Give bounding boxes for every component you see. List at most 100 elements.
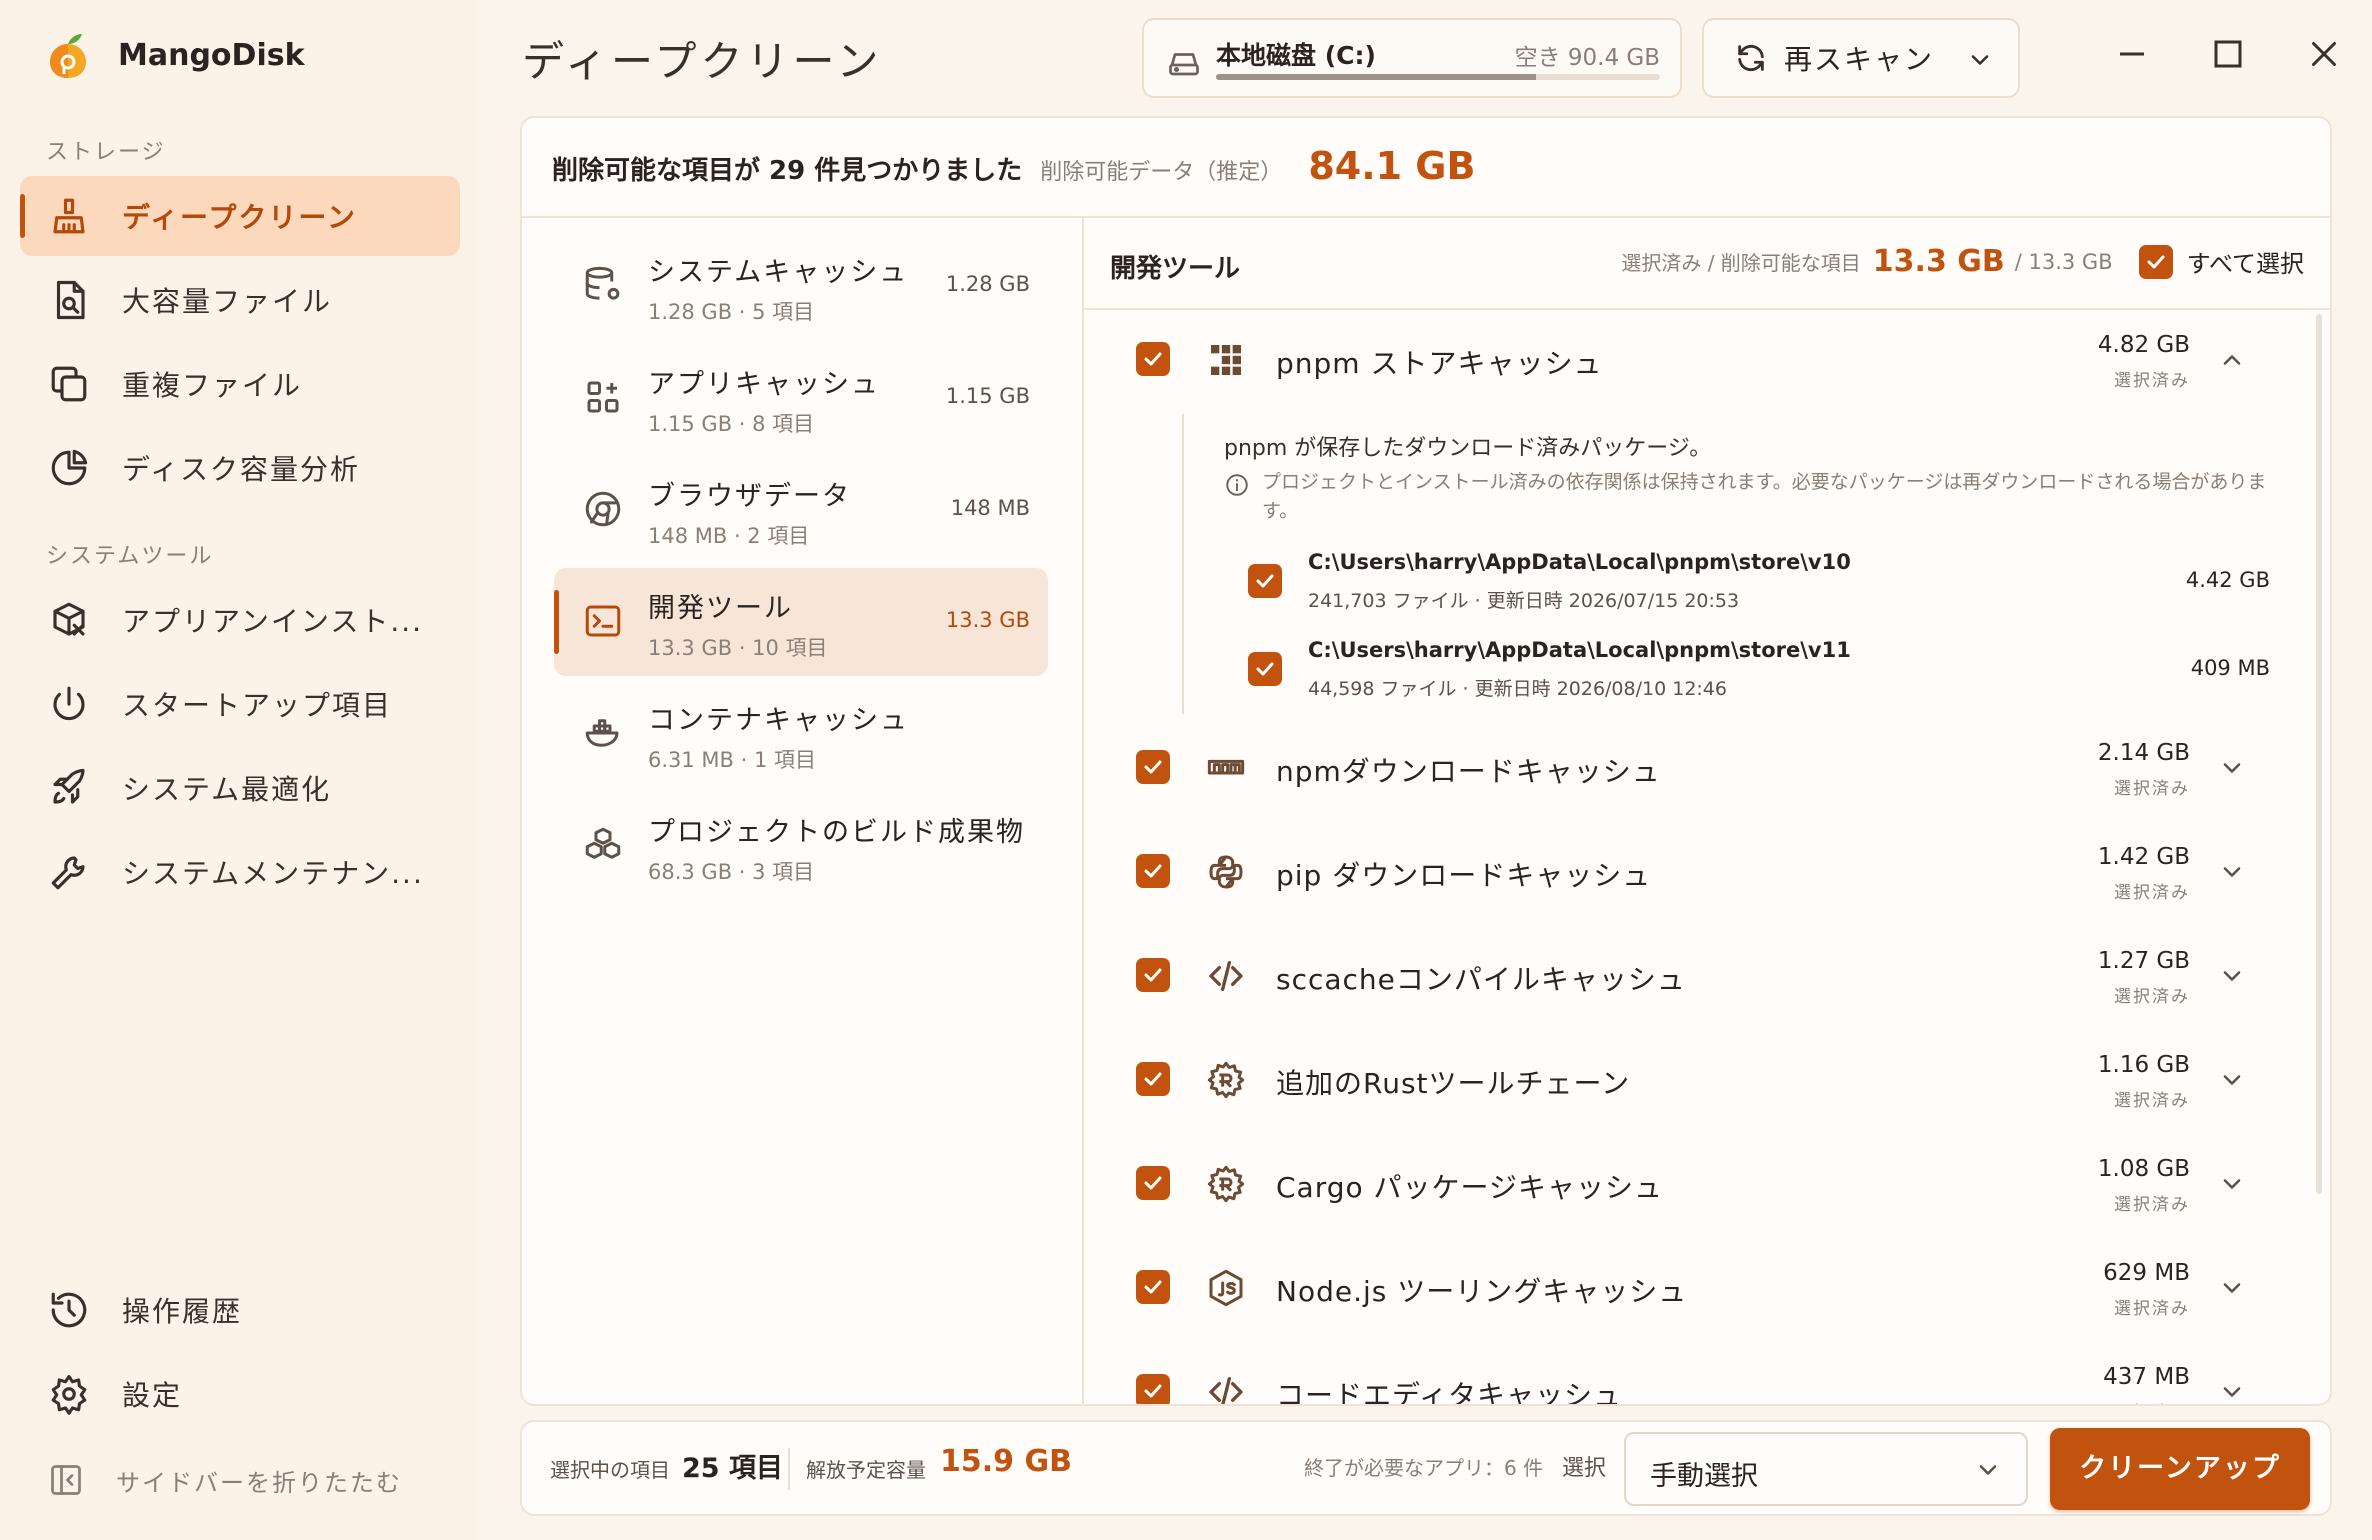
checkbox[interactable] — [1136, 1270, 1170, 1304]
browser-icon — [585, 491, 621, 527]
chevron-down-icon[interactable] — [2218, 754, 2246, 782]
checkbox[interactable] — [1136, 1166, 1170, 1200]
category-name: ブラウザデータ — [648, 481, 851, 512]
close-icon[interactable] — [2306, 36, 2342, 72]
cleanup-button[interactable]: クリーンアップ — [2050, 1428, 2310, 1510]
category-browser-data[interactable]: ブラウザデータ 148 MB · 2 項目 148 MB — [554, 456, 1048, 564]
item-selected-label: 選択済み — [2114, 883, 2190, 903]
dev-item-pnpm[interactable]: pnpm ストアキャッシュ 4.82 GB 選択済み — [1084, 308, 2290, 412]
sidebar-collapse-button[interactable]: サイドバーを折りたたむ — [20, 1440, 460, 1520]
refresh-icon — [1738, 44, 1764, 72]
select-all-toggle[interactable]: すべて選択 — [2138, 244, 2304, 279]
sidebar-item-settings[interactable]: 設定 — [20, 1354, 460, 1434]
sidebar-item-deep-clean[interactable]: ディープクリーン — [20, 176, 460, 256]
dev-item-code-editor[interactable]: コードエディタキャッシュ 437 MB 選択済み — [1084, 1340, 2290, 1406]
selection-mode-value: 手動選択 — [1650, 1461, 1758, 1492]
selection-mode-dropdown[interactable]: 手動選択 — [1624, 1432, 2028, 1506]
rescan-button[interactable]: 再スキャン — [1702, 18, 2020, 98]
checkbox[interactable] — [1136, 750, 1170, 784]
category-dev-tools[interactable]: 開発ツール 13.3 GB · 10 項目 13.3 GB — [554, 568, 1048, 676]
maximize-icon[interactable] — [2210, 36, 2246, 72]
checkbox[interactable] — [2138, 244, 2173, 279]
code-icon — [1209, 961, 1243, 991]
minimize-icon[interactable] — [2114, 36, 2150, 72]
chevron-down-icon[interactable] — [2218, 858, 2246, 886]
category-meta: 68.3 GB · 3 項目 — [648, 860, 815, 884]
checkbox[interactable] — [1136, 854, 1170, 888]
sidebar-item-label: ディスク容量分析 — [122, 453, 361, 486]
section-label-tools: システムツール — [46, 544, 214, 569]
sidebar-item-uninstall[interactable]: アプリアンインスト... — [20, 580, 460, 660]
checkbox[interactable] — [1136, 1062, 1170, 1096]
chevron-down-icon[interactable] — [2218, 1378, 2246, 1406]
category-size: 13.3 GB — [945, 608, 1030, 632]
sidebar-item-large-files[interactable]: 大容量ファイル — [20, 260, 460, 340]
item-selected-label: 選択済み — [2114, 1398, 2190, 1404]
dev-item-pip[interactable]: pip ダウンロードキャッシュ 1.42 GB 選択済み — [1084, 820, 2290, 924]
dev-item-rust-toolchain[interactable]: 追加のRustツールチェーン 1.16 GB 選択済み — [1084, 1028, 2290, 1132]
item-note-text: プロジェクトとインストール済みの依存関係は保持されます。必要なパッケージは再ダウ… — [1262, 471, 2267, 522]
path-row[interactable]: C:\Users\harry\AppData\Local\pnpm\store\… — [1224, 630, 2270, 718]
path-row[interactable]: C:\Users\harry\AppData\Local\pnpm\store\… — [1224, 542, 2270, 630]
brand: MangoDisk — [46, 30, 305, 80]
drive-selector[interactable]: 本地磁盘 (C:) 空き 90.4 GB — [1142, 18, 1682, 98]
item-name: sccacheコンパイルキャッシュ — [1276, 963, 1686, 996]
category-build-artifacts[interactable]: プロジェクトのビルド成果物 68.3 GB · 3 項目 — [554, 792, 1048, 900]
path-meta: 241,703 ファイル · 更新日時 2026/07/15 20:53 — [1308, 590, 1740, 612]
category-meta: 6.31 MB · 1 項目 — [648, 748, 817, 772]
rust-gear-icon — [1207, 1061, 1245, 1099]
sidebar-item-optimize[interactable]: システム最適化 — [20, 748, 460, 828]
sidebar-item-history[interactable]: 操作履歴 — [20, 1270, 460, 1350]
dev-item-sccache[interactable]: sccacheコンパイルキャッシュ 1.27 GB 選択済み — [1084, 924, 2290, 1028]
dev-item-nodejs[interactable]: Node.js ツーリングキャッシュ 629 MB 選択済み — [1084, 1236, 2290, 1340]
item-size: 437 MB — [2103, 1364, 2190, 1390]
drive-icon — [1169, 53, 1199, 76]
check-icon — [1144, 1280, 1162, 1294]
category-size: 1.15 GB — [945, 384, 1030, 408]
chevron-down-icon[interactable] — [2218, 1170, 2246, 1198]
item-name: コードエディタキャッシュ — [1276, 1379, 1623, 1406]
check-icon — [1144, 864, 1162, 878]
apps-to-close-note: 終了が必要なアプリ：6 件 — [1304, 1456, 1544, 1480]
results-card: 削除可能な項目が 29 件見つかりました 削除可能データ（推定） 84.1 GB… — [520, 116, 2332, 1406]
category-container-cache[interactable]: コンテナキャッシュ 6.31 MB · 1 項目 — [554, 680, 1048, 788]
action-bar: 選択中の項目 25 項目 解放予定容量 15.9 GB 終了が必要なアプリ：6 … — [520, 1420, 2332, 1516]
checkbox[interactable] — [1136, 342, 1170, 376]
sidebar-item-duplicates[interactable]: 重複ファイル — [20, 344, 460, 424]
dev-item-npm[interactable]: npmダウンロードキャッシュ 2.14 GB 選択済み — [1084, 716, 2290, 820]
selected-items-label: 選択中の項目 — [550, 1458, 670, 1482]
item-selected-label: 選択済み — [2114, 1091, 2190, 1111]
chevron-down-icon[interactable] — [2218, 962, 2246, 990]
sidebar-item-label: 操作履歴 — [122, 1295, 243, 1328]
boxes-icon — [585, 827, 621, 859]
terminal-icon — [585, 605, 621, 637]
chevron-down-icon[interactable] — [1966, 46, 1994, 74]
chevron-up-icon[interactable] — [2218, 346, 2246, 374]
sidebar-item-label: 大容量ファイル — [122, 285, 333, 318]
divider — [788, 1448, 790, 1490]
category-name: システムキャッシュ — [648, 257, 909, 288]
large-file-icon — [56, 280, 85, 320]
checkbox[interactable] — [1136, 958, 1170, 992]
category-app-cache[interactable]: アプリキャッシュ 1.15 GB · 8 項目 1.15 GB — [554, 344, 1048, 452]
sidebar-item-disk-analysis[interactable]: ディスク容量分析 — [20, 428, 460, 508]
section-label-storage: ストレージ — [46, 140, 166, 165]
checkbox[interactable] — [1248, 564, 1282, 598]
chevron-down-icon[interactable] — [2218, 1066, 2246, 1094]
sidebar-item-label: システム最適化 — [122, 773, 332, 806]
item-size: 1.16 GB — [2097, 1052, 2190, 1078]
sidebar-item-startup[interactable]: スタートアップ項目 — [20, 664, 460, 744]
category-system-cache[interactable]: システムキャッシュ 1.28 GB · 5 項目 1.28 GB — [554, 232, 1048, 340]
checkbox[interactable] — [1136, 1374, 1170, 1404]
sidebar-item-maintenance[interactable]: システムメンテナン... — [20, 832, 460, 912]
chevron-down-icon[interactable] — [2218, 1274, 2246, 1302]
check-icon — [1144, 1176, 1162, 1190]
detail-title: 開発ツール — [1110, 254, 1241, 284]
sidebar-item-label: 設定 — [122, 1379, 183, 1412]
item-selected-label: 選択済み — [2114, 1195, 2190, 1215]
scrollbar[interactable] — [2316, 314, 2322, 1194]
dev-item-cargo[interactable]: Cargo パッケージキャッシュ 1.08 GB 選択済み — [1084, 1132, 2290, 1236]
item-selected-label: 選択済み — [2114, 1299, 2190, 1319]
check-icon — [2147, 255, 2165, 268]
checkbox[interactable] — [1248, 652, 1282, 686]
